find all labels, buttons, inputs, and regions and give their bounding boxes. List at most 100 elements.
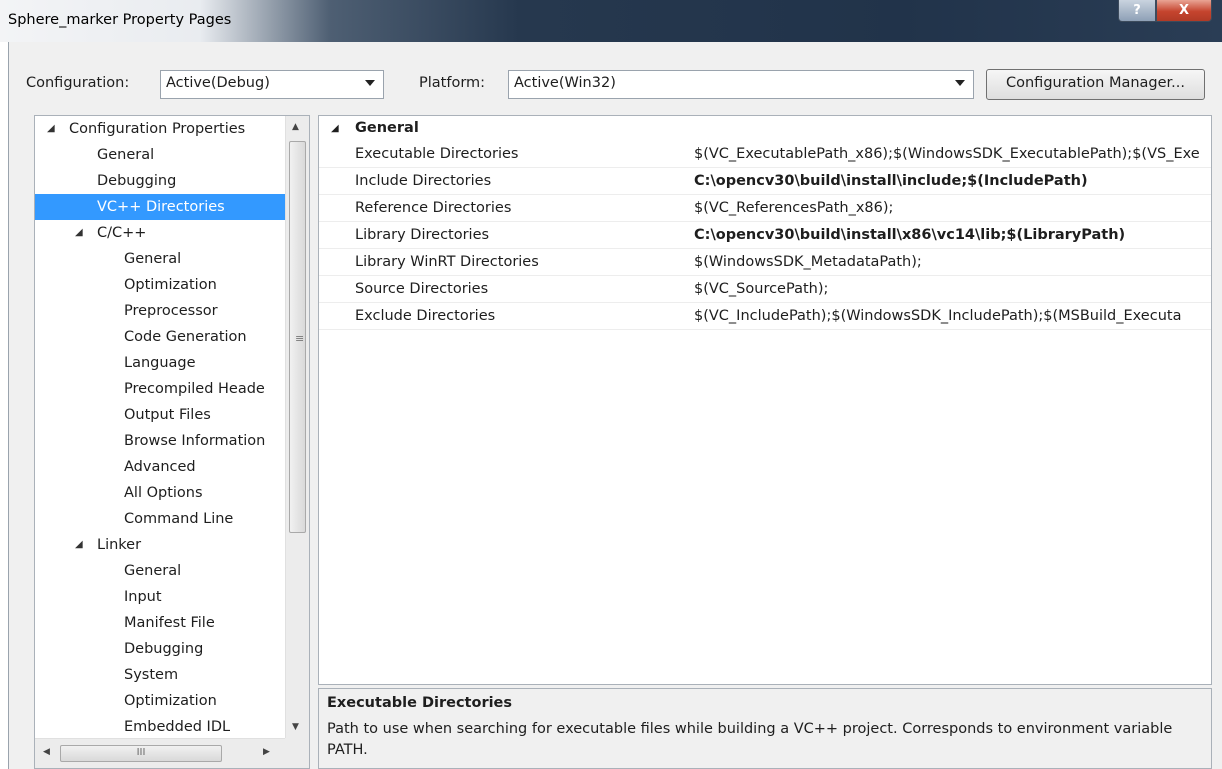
property-name: Executable Directories [355, 146, 519, 162]
tree-item[interactable]: Debugging [35, 636, 285, 662]
platform-dropdown[interactable]: Active(Win32) [508, 70, 974, 99]
tree-item[interactable]: Output Files [35, 402, 285, 428]
platform-value: Active(Win32) [514, 75, 616, 91]
tree-item-label: Configuration Properties [69, 121, 246, 137]
tree-item[interactable]: Command Line [35, 506, 285, 532]
tree-item[interactable]: System [35, 662, 285, 688]
property-value[interactable]: C:\opencv30\build\install\x86\vc14\lib;$… [694, 222, 1125, 248]
tree-item[interactable]: Manifest File [35, 610, 285, 636]
chevron-down-icon [955, 80, 965, 86]
tree-item-label: Optimization [124, 693, 217, 709]
tree-items: ◢ Configuration Properties General Debuggin… [35, 116, 285, 738]
tree-item[interactable]: Precompiled Heade [35, 376, 285, 402]
property-row[interactable]: Library WinRT Directories $(WindowsSDK_Me… [319, 249, 1211, 276]
window-title: Sphere_marker Property Pages [8, 12, 232, 28]
tree-item[interactable]: ◢ Linker [35, 532, 285, 558]
tree-item-label: Optimization [124, 277, 217, 293]
tree-item-label: Linker [97, 537, 142, 553]
property-row[interactable]: Reference Directories $(VC_ReferencesPath… [319, 195, 1211, 222]
property-row[interactable]: Include Directories C:\opencv30\build\ins… [319, 168, 1211, 195]
property-row[interactable]: Executable Directories $(VC_ExecutablePat… [319, 141, 1211, 168]
grip-icon: ≡ [295, 332, 305, 345]
tree-item-label: Debugging [124, 641, 204, 657]
section-header-general[interactable]: ◢ General [319, 116, 1211, 141]
collapse-arrow-icon[interactable]: ◢ [75, 220, 83, 246]
tree-item[interactable]: ◢ C/C++ [35, 220, 285, 246]
tree-item[interactable]: Embedded IDL [35, 714, 285, 738]
tree-horizontal-scrollbar[interactable]: ◀ III ▶ [35, 738, 285, 768]
scroll-thumb[interactable]: III [60, 745, 222, 762]
collapse-arrow-icon[interactable]: ◢ [75, 532, 83, 558]
configuration-manager-button[interactable]: Configuration Manager... [986, 69, 1205, 100]
collapse-arrow-icon[interactable]: ◢ [47, 116, 55, 142]
tree-item-label: Preprocessor [124, 303, 218, 319]
property-value[interactable]: $(WindowsSDK_MetadataPath); [694, 249, 922, 275]
tree-item[interactable]: All Options [35, 480, 285, 506]
tree-item-label: Advanced [124, 459, 196, 475]
tree-item-label: Command Line [124, 511, 234, 527]
platform-label: Platform: [419, 75, 486, 91]
scroll-right-icon[interactable]: ▶ [263, 747, 270, 757]
chevron-down-icon [365, 80, 375, 86]
tree-item[interactable]: Language [35, 350, 285, 376]
property-value[interactable]: C:\opencv30\build\install\include;$(Incl… [694, 168, 1088, 194]
property-value[interactable]: $(VC_ReferencesPath_x86); [694, 195, 893, 221]
tree-item[interactable]: VC++ Directories [35, 194, 285, 220]
property-value[interactable]: $(VC_ExecutablePath_x86);$(WindowsSDK_Ex… [694, 141, 1200, 167]
property-grid[interactable]: ◢ General Executable Directories $(VC_Exe… [318, 115, 1212, 685]
tree-item[interactable]: Preprocessor [35, 298, 285, 324]
tree-item-label: Manifest File [124, 615, 215, 631]
collapse-arrow-icon[interactable]: ◢ [331, 116, 339, 141]
scroll-thumb[interactable]: ≡ [289, 141, 306, 533]
property-name: Library Directories [355, 227, 490, 243]
property-value[interactable]: $(VC_SourcePath); [694, 276, 828, 302]
property-name: Include Directories [355, 173, 492, 189]
tree-item-label: Code Generation [124, 329, 247, 345]
property-value[interactable]: $(VC_IncludePath);$(WindowsSDK_IncludePa… [694, 303, 1181, 329]
tree-item-label: Precompiled Heade [124, 381, 265, 397]
scroll-corner [285, 738, 309, 768]
property-name: Exclude Directories [355, 308, 496, 324]
section-title: General [355, 120, 419, 136]
property-name: Library WinRT Directories [355, 254, 539, 270]
tree-item-label: All Options [124, 485, 203, 501]
scroll-down-icon[interactable]: ▼ [292, 722, 299, 732]
close-button[interactable]: X [1156, 0, 1212, 22]
tree-item[interactable]: General [35, 558, 285, 584]
tree-item-label: Language [124, 355, 196, 371]
property-row[interactable]: Library Directories C:\opencv30\build\ins… [319, 222, 1211, 249]
description-title: Executable Directories [327, 695, 513, 711]
tree-item-label: General [97, 147, 155, 163]
tree-item-label: General [124, 251, 182, 267]
tree-item[interactable]: Optimization [35, 272, 285, 298]
title-bar[interactable]: Sphere_marker Property Pages ? X [0, 0, 1222, 42]
tree-item-label: Debugging [97, 173, 177, 189]
tree-item[interactable]: Input [35, 584, 285, 610]
tree-item[interactable]: ◢ Configuration Properties [35, 116, 285, 142]
configuration-dropdown[interactable]: Active(Debug) [160, 70, 384, 99]
window-controls: ? X [1118, 0, 1212, 22]
scroll-up-icon[interactable]: ▲ [292, 122, 299, 132]
tree-item[interactable]: Advanced [35, 454, 285, 480]
tree-item-label: General [124, 563, 182, 579]
tree-item-label: System [124, 667, 179, 683]
tree-item[interactable]: Debugging [35, 168, 285, 194]
tree-item[interactable]: General [35, 246, 285, 272]
property-pages-dialog: Configuration: Active(Debug) Platform: A… [8, 42, 1222, 769]
scroll-left-icon[interactable]: ◀ [43, 747, 50, 757]
tree-item[interactable]: Optimization [35, 688, 285, 714]
tree-item[interactable]: Code Generation [35, 324, 285, 350]
tree-item-label: Embedded IDL [124, 719, 231, 735]
configuration-bar: Configuration: Active(Debug) Platform: A… [9, 42, 1222, 112]
tree-item-label: Input [124, 589, 162, 605]
property-row[interactable]: Exclude Directories $(VC_IncludePath);$(W… [319, 303, 1211, 330]
tree-item-label: VC++ Directories [97, 199, 225, 215]
tree-item-label: Browse Information [124, 433, 266, 449]
category-tree[interactable]: ◢ Configuration Properties General Debuggin… [34, 115, 310, 769]
tree-vertical-scrollbar[interactable]: ▲ ≡ ▼ [285, 116, 309, 738]
configuration-value: Active(Debug) [166, 75, 270, 91]
property-row[interactable]: Source Directories $(VC_SourcePath); [319, 276, 1211, 303]
help-button[interactable]: ? [1118, 0, 1156, 22]
tree-item[interactable]: General [35, 142, 285, 168]
tree-item[interactable]: Browse Information [35, 428, 285, 454]
